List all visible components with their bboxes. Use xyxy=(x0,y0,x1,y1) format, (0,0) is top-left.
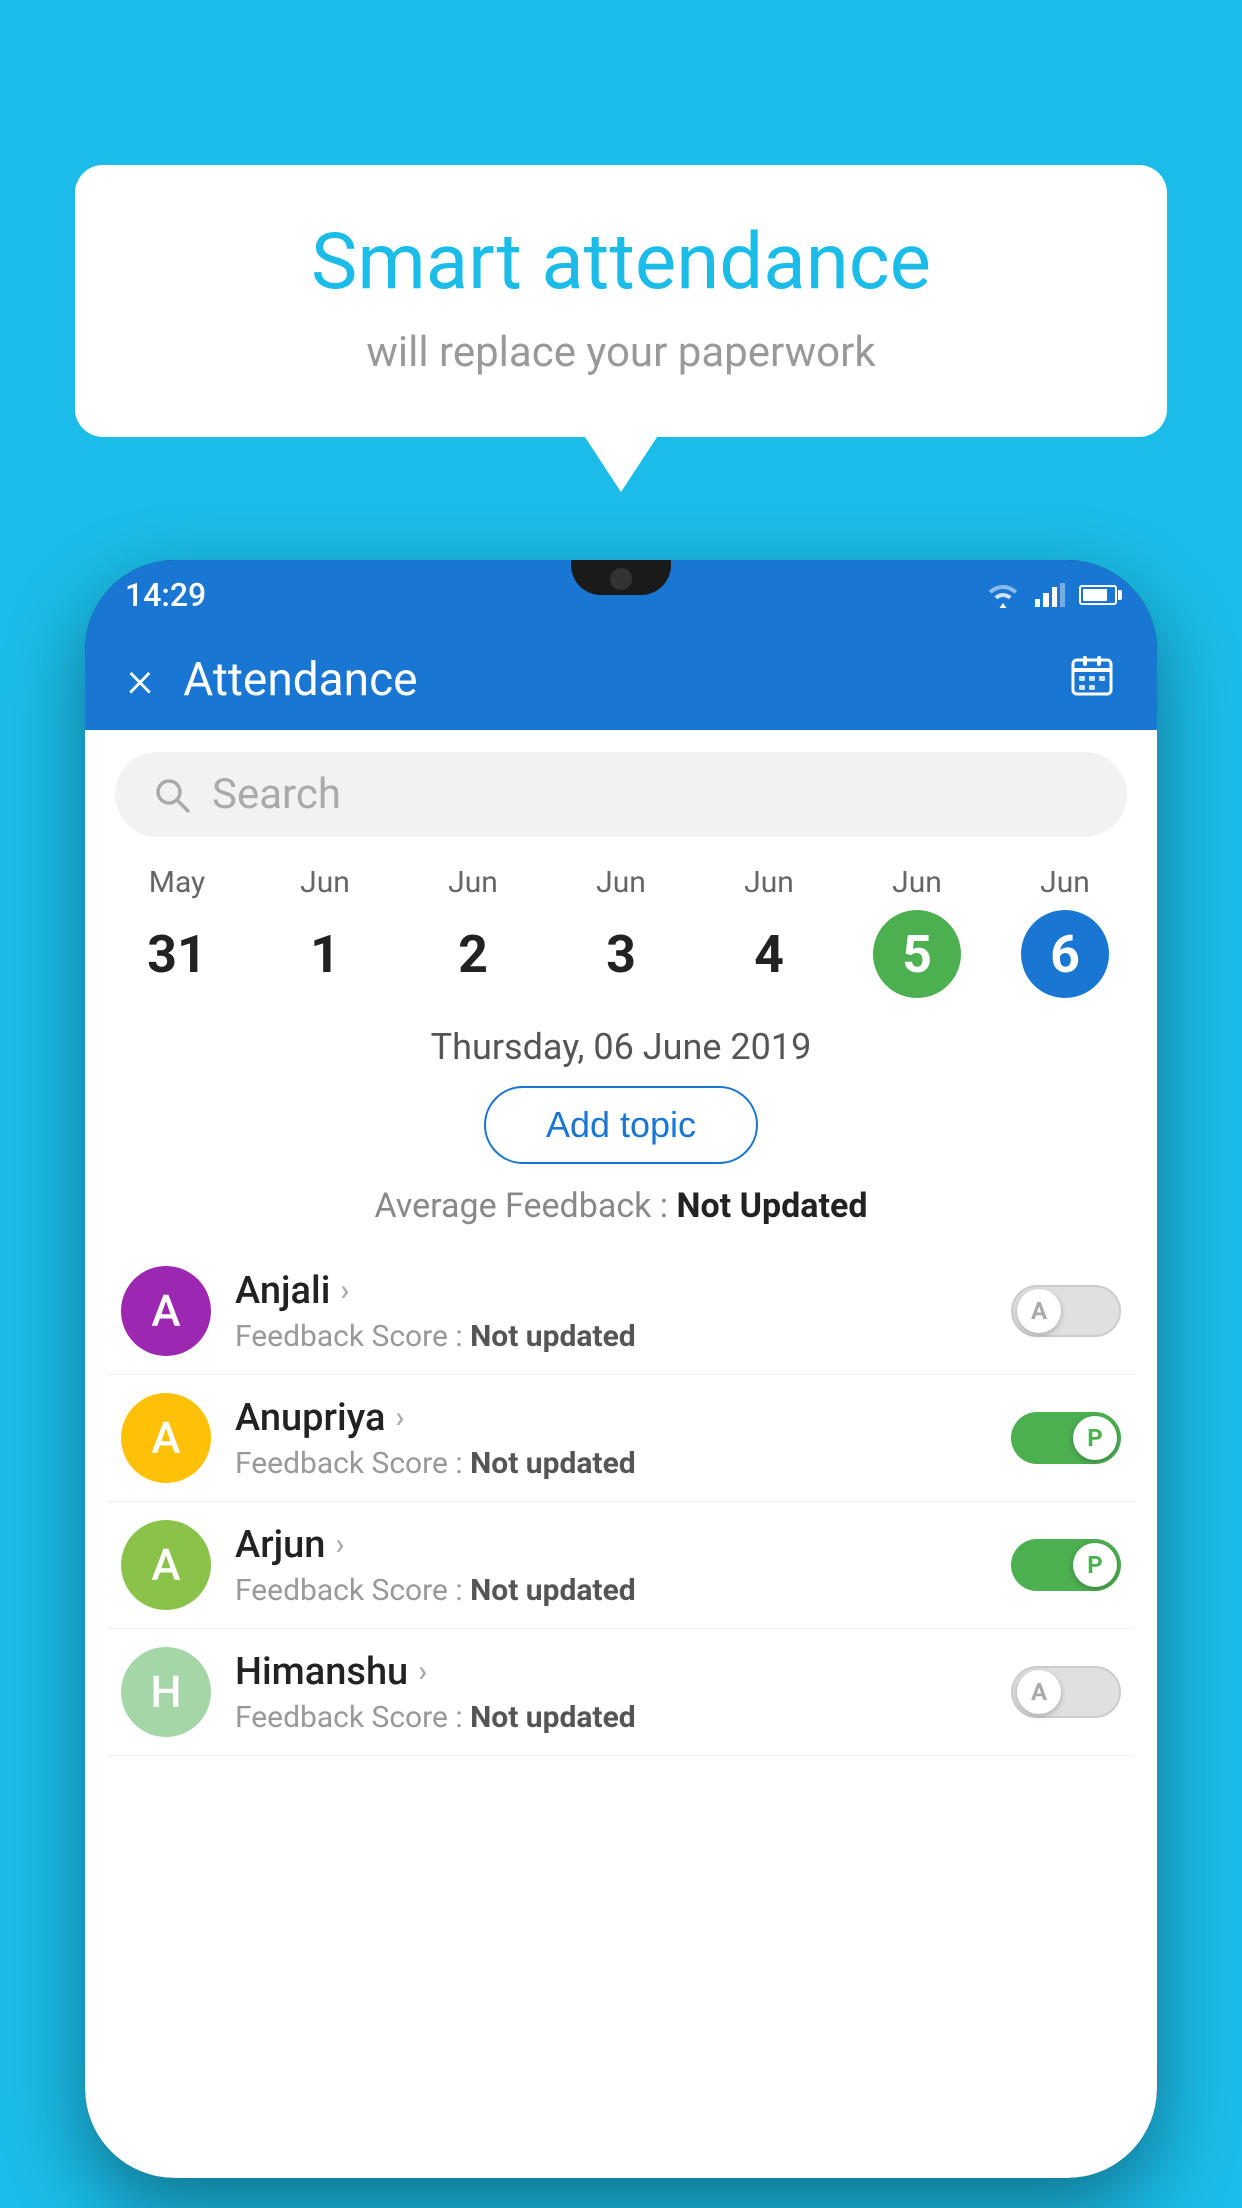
student-feedback: Feedback Score : Not updated xyxy=(235,1700,987,1735)
search-input[interactable]: Search xyxy=(212,770,341,819)
calendar-day[interactable]: Jun 5 xyxy=(843,865,991,998)
calendar-button[interactable] xyxy=(1069,652,1115,709)
toggle-knob: P xyxy=(1073,1416,1117,1460)
phone-camera xyxy=(610,568,632,590)
cal-date-number[interactable]: 31 xyxy=(133,910,221,998)
student-info: Anupriya › Feedback Score : Not updated xyxy=(235,1396,987,1481)
cal-date-number[interactable]: 2 xyxy=(429,910,517,998)
student-item[interactable]: A Arjun › Feedback Score : Not updated P xyxy=(107,1502,1135,1629)
status-time: 14:29 xyxy=(125,576,206,614)
student-avatar: A xyxy=(121,1266,211,1356)
student-avatar: H xyxy=(121,1647,211,1737)
student-name: Anupriya › xyxy=(235,1396,987,1440)
attendance-toggle[interactable]: P xyxy=(1011,1539,1121,1591)
calendar-strip: May 31 Jun 1 Jun 2 Jun 3 Jun 4 Jun 5 Jun 6 xyxy=(85,855,1157,1016)
student-avatar: A xyxy=(121,1393,211,1483)
wifi-icon xyxy=(985,581,1021,609)
student-feedback: Feedback Score : Not updated xyxy=(235,1573,987,1608)
calendar-day[interactable]: May 31 xyxy=(103,865,251,998)
cal-date-number[interactable]: 6 xyxy=(1021,910,1109,998)
phone-frame: 14:29 xyxy=(85,560,1157,2178)
signal-icon xyxy=(1035,583,1065,607)
cal-month-label: Jun xyxy=(1040,865,1090,900)
status-icons xyxy=(985,581,1117,609)
cal-month-label: Jun xyxy=(744,865,794,900)
cal-month-label: Jun xyxy=(300,865,350,900)
speech-bubble-subtitle: will replace your paperwork xyxy=(135,328,1107,377)
attendance-toggle[interactable]: A xyxy=(1011,1285,1121,1337)
cal-month-label: Jun xyxy=(448,865,498,900)
cal-date-number[interactable]: 3 xyxy=(577,910,665,998)
search-bar[interactable]: Search xyxy=(115,752,1127,837)
chevron-right-icon: › xyxy=(418,1654,427,1689)
student-info: Himanshu › Feedback Score : Not updated xyxy=(235,1650,987,1735)
cal-date-number[interactable]: 1 xyxy=(281,910,369,998)
student-feedback: Feedback Score : Not updated xyxy=(235,1319,987,1354)
cal-month-label: May xyxy=(149,865,205,900)
toggle-knob: A xyxy=(1017,1289,1061,1333)
selected-date-label: Thursday, 06 June 2019 xyxy=(85,1016,1157,1086)
add-topic-button[interactable]: Add topic xyxy=(484,1086,758,1164)
cal-month-label: Jun xyxy=(892,865,942,900)
page-title: Attendance xyxy=(183,653,1069,707)
chevron-right-icon: › xyxy=(335,1527,344,1562)
avg-feedback: Average Feedback : Not Updated xyxy=(85,1186,1157,1226)
speech-bubble-title: Smart attendance xyxy=(135,220,1107,306)
chevron-right-icon: › xyxy=(395,1400,404,1435)
calendar-day[interactable]: Jun 6 xyxy=(991,865,1139,998)
cal-date-number[interactable]: 5 xyxy=(873,910,961,998)
student-item[interactable]: A Anupriya › Feedback Score : Not updated P xyxy=(107,1375,1135,1502)
calendar-day[interactable]: Jun 4 xyxy=(695,865,843,998)
student-item[interactable]: H Himanshu › Feedback Score : Not updated A xyxy=(107,1629,1135,1756)
student-info: Arjun › Feedback Score : Not updated xyxy=(235,1523,987,1608)
cal-date-number[interactable]: 4 xyxy=(725,910,813,998)
student-avatar: A xyxy=(121,1520,211,1610)
student-info: Anjali › Feedback Score : Not updated xyxy=(235,1269,987,1354)
student-name: Arjun › xyxy=(235,1523,987,1567)
student-name: Himanshu › xyxy=(235,1650,987,1694)
speech-bubble: Smart attendance will replace your paper… xyxy=(75,165,1167,437)
toggle-knob: P xyxy=(1073,1543,1117,1587)
student-list: AAnjali ›Feedback Score : Not updatedAAA… xyxy=(85,1248,1157,1756)
attendance-toggle[interactable]: P xyxy=(1011,1412,1121,1464)
phone-notch xyxy=(571,560,671,595)
student-item[interactable]: A Anjali › Feedback Score : Not updated A xyxy=(107,1248,1135,1375)
student-feedback: Feedback Score : Not updated xyxy=(235,1446,987,1481)
chevron-right-icon: › xyxy=(340,1273,349,1308)
calendar-day[interactable]: Jun 3 xyxy=(547,865,695,998)
app-header: × Attendance xyxy=(85,630,1157,730)
app-content: Search May 31 Jun 1 Jun 2 Jun 3 Jun 4 Jun 5 Jun 6 Thu… xyxy=(85,730,1157,2178)
calendar-day[interactable]: Jun 2 xyxy=(399,865,547,998)
attendance-toggle[interactable]: A xyxy=(1011,1666,1121,1718)
toggle-knob: A xyxy=(1017,1670,1061,1714)
battery-icon xyxy=(1079,585,1117,605)
background: Smart attendance will replace your paper… xyxy=(0,0,1242,2208)
search-icon xyxy=(150,773,194,817)
student-name: Anjali › xyxy=(235,1269,987,1313)
calendar-day[interactable]: Jun 1 xyxy=(251,865,399,998)
cal-month-label: Jun xyxy=(596,865,646,900)
close-button[interactable]: × xyxy=(127,655,153,705)
